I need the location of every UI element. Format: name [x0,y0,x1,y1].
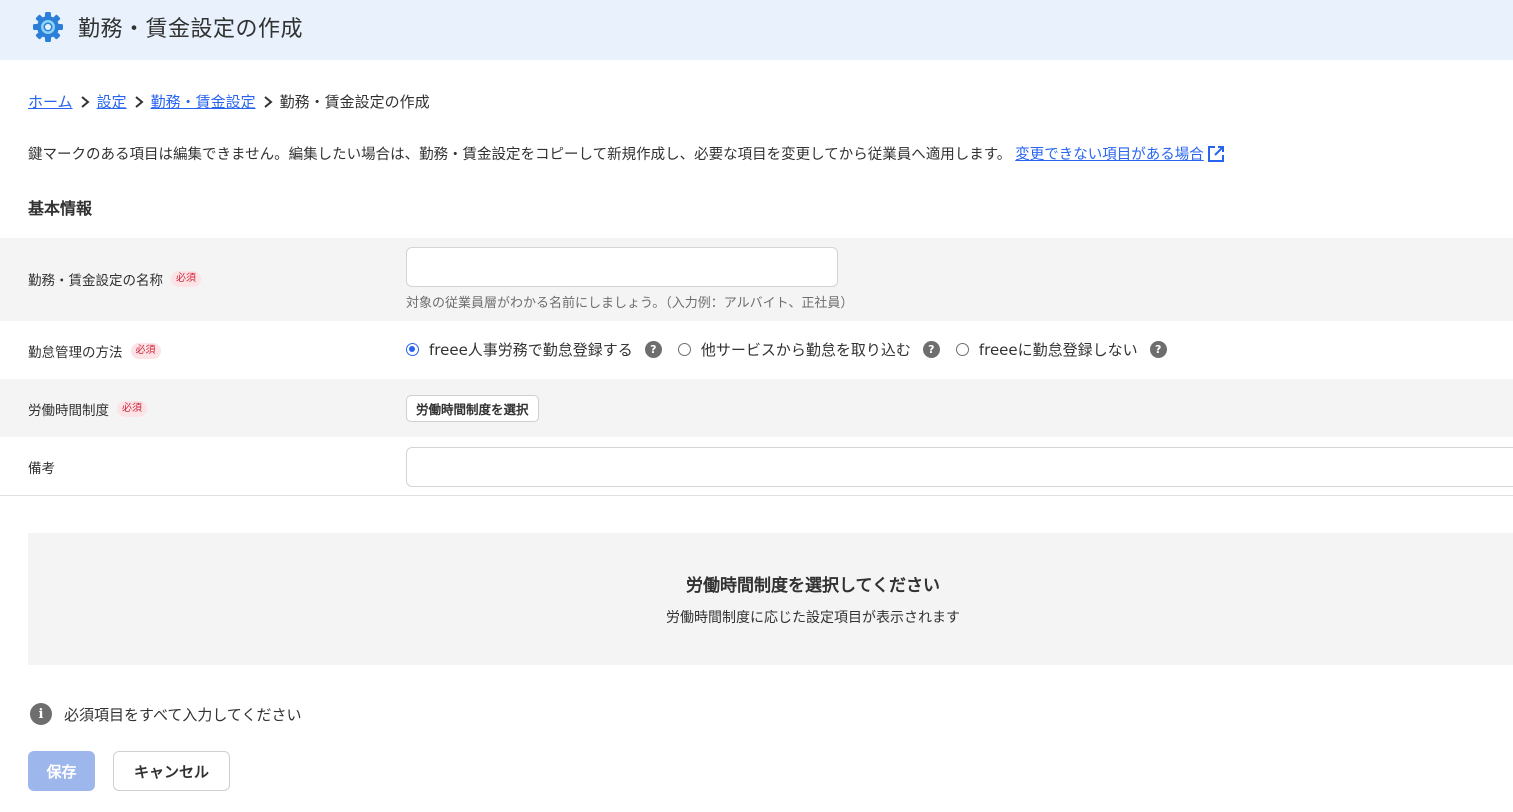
working-time-placeholder-panel: 労働時間制度を選択してください 労働時間制度に応じた設定項目が表示されます [28,533,1513,665]
name-field-label: 勤務・賃金設定の名称 必須 [28,269,201,289]
info-icon: i [30,703,52,725]
working-time-system-label: 労働時間制度 必須 [28,399,147,419]
page-title: 勤務・賃金設定の作成 [78,17,304,42]
remarks-label: 備考 [28,461,55,477]
notice-text: 鍵マークのある項目は編集できません。編集したい場合は、勤務・賃金設定をコピーして… [28,147,1012,163]
unchangeable-items-help-link[interactable]: 変更できない項目がある場合 [1015,143,1226,164]
radio-button[interactable] [955,343,969,356]
panel-subtitle: 労働時間制度に応じた設定項目が表示されます [666,610,960,626]
external-link-icon [1207,145,1224,162]
select-working-time-system-button[interactable]: 労働時間制度を選択 [406,395,539,422]
breadcrumb-home-link[interactable]: ホーム [28,91,73,112]
setting-name-input[interactable] [406,247,838,287]
working-time-system-label-text: 労働時間制度 [28,403,109,419]
remarks-input[interactable] [406,447,1513,487]
chevron-right-icon [256,95,280,108]
radio-button-checked[interactable] [406,343,419,356]
radio-button[interactable] [677,343,691,356]
help-icon[interactable]: ? [1149,341,1167,358]
breadcrumb-work-wage-link[interactable]: 勤務・賃金設定 [151,91,256,112]
required-badge: 必須 [171,271,201,287]
chevron-right-icon [127,95,151,108]
help-icon[interactable]: ? [922,341,940,358]
info-message-text: 必須項目をすべて入力してください [64,705,302,724]
breadcrumb: ホーム 設定 勤務・賃金設定 勤務・賃金設定の作成 [28,91,430,112]
radio-option-freee-attendance[interactable]: freee人事労務で勤怠登録する ? [406,339,662,360]
edit-notice: 鍵マークのある項目は編集できません。編集したい場合は、勤務・賃金設定をコピーして… [28,143,1226,164]
breadcrumb-settings-link[interactable]: 設定 [97,91,127,112]
radio-option-no-attendance[interactable]: freeeに勤怠登録しない ? [955,339,1167,360]
page-header: 勤務・賃金設定の作成 [0,0,1513,60]
notice-link-label: 変更できない項目がある場合 [1015,147,1204,163]
required-badge: 必須 [130,343,161,359]
radio-option-label: 他サービスから勤怠を取り込む [700,341,911,359]
radio-option-label: freee人事労務で勤怠登録する [429,341,633,359]
section-title-basic-info: 基本情報 [28,199,93,218]
gear-icon [33,12,63,42]
attendance-method-radio-group: freee人事労務で勤怠登録する ? 他サービスから勤怠を取り込む ? free… [406,339,1183,360]
radio-option-label: freeeに勤怠登録しない [978,341,1138,359]
chevron-right-icon [73,95,97,108]
save-button[interactable]: 保存 [28,751,95,791]
required-badge: 必須 [117,401,147,417]
attendance-method-label-text: 勤怠管理の方法 [28,345,123,361]
attendance-method-label: 勤怠管理の方法 必須 [28,341,161,361]
required-info-message: i 必須項目をすべて入力してください [30,703,301,725]
panel-title: 労働時間制度を選択してください [686,576,940,596]
help-icon[interactable]: ? [644,341,662,358]
name-field-hint: 対象の従業員層がわかる名前にしましょう。（入力例：アルバイト、正社員） [406,296,854,311]
name-label-text: 勤務・賃金設定の名称 [28,273,163,289]
cancel-button[interactable]: キャンセル [113,751,230,791]
radio-option-import-attendance[interactable]: 他サービスから勤怠を取り込む ? [677,339,940,360]
form-row-working-time-system: 労働時間制度 必須 [0,379,1513,437]
breadcrumb-current: 勤務・賃金設定の作成 [279,93,430,111]
